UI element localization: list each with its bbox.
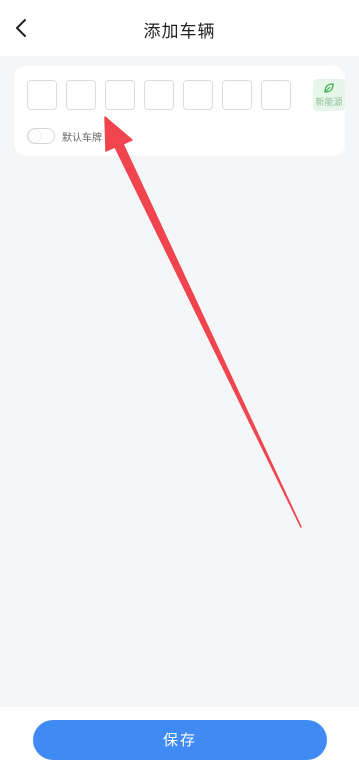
default-plate-toggle[interactable] <box>27 128 55 144</box>
plate-char-input-3[interactable] <box>105 80 135 110</box>
plate-char-input-6[interactable] <box>222 80 252 110</box>
toggle-knob <box>29 130 41 142</box>
page-title: 添加车辆 <box>143 22 216 42</box>
plate-input-row: 新能源 <box>27 79 347 111</box>
plate-char-input-1[interactable] <box>27 80 57 110</box>
plate-char-input-4[interactable] <box>144 80 174 110</box>
save-button[interactable]: 保存 <box>33 720 327 760</box>
plate-char-input-5[interactable] <box>183 80 213 110</box>
leaf-icon <box>324 83 334 93</box>
default-plate-label: 默认车牌 <box>62 133 102 144</box>
plate-char-input-7[interactable] <box>261 80 291 110</box>
new-energy-label: 新能源 <box>315 98 343 108</box>
app-header: 添加车辆 <box>0 0 359 56</box>
new-energy-button[interactable]: 新能源 <box>313 79 345 111</box>
plate-char-input-2[interactable] <box>66 80 96 110</box>
plate-card: 新能源 默认车牌 <box>14 66 345 156</box>
